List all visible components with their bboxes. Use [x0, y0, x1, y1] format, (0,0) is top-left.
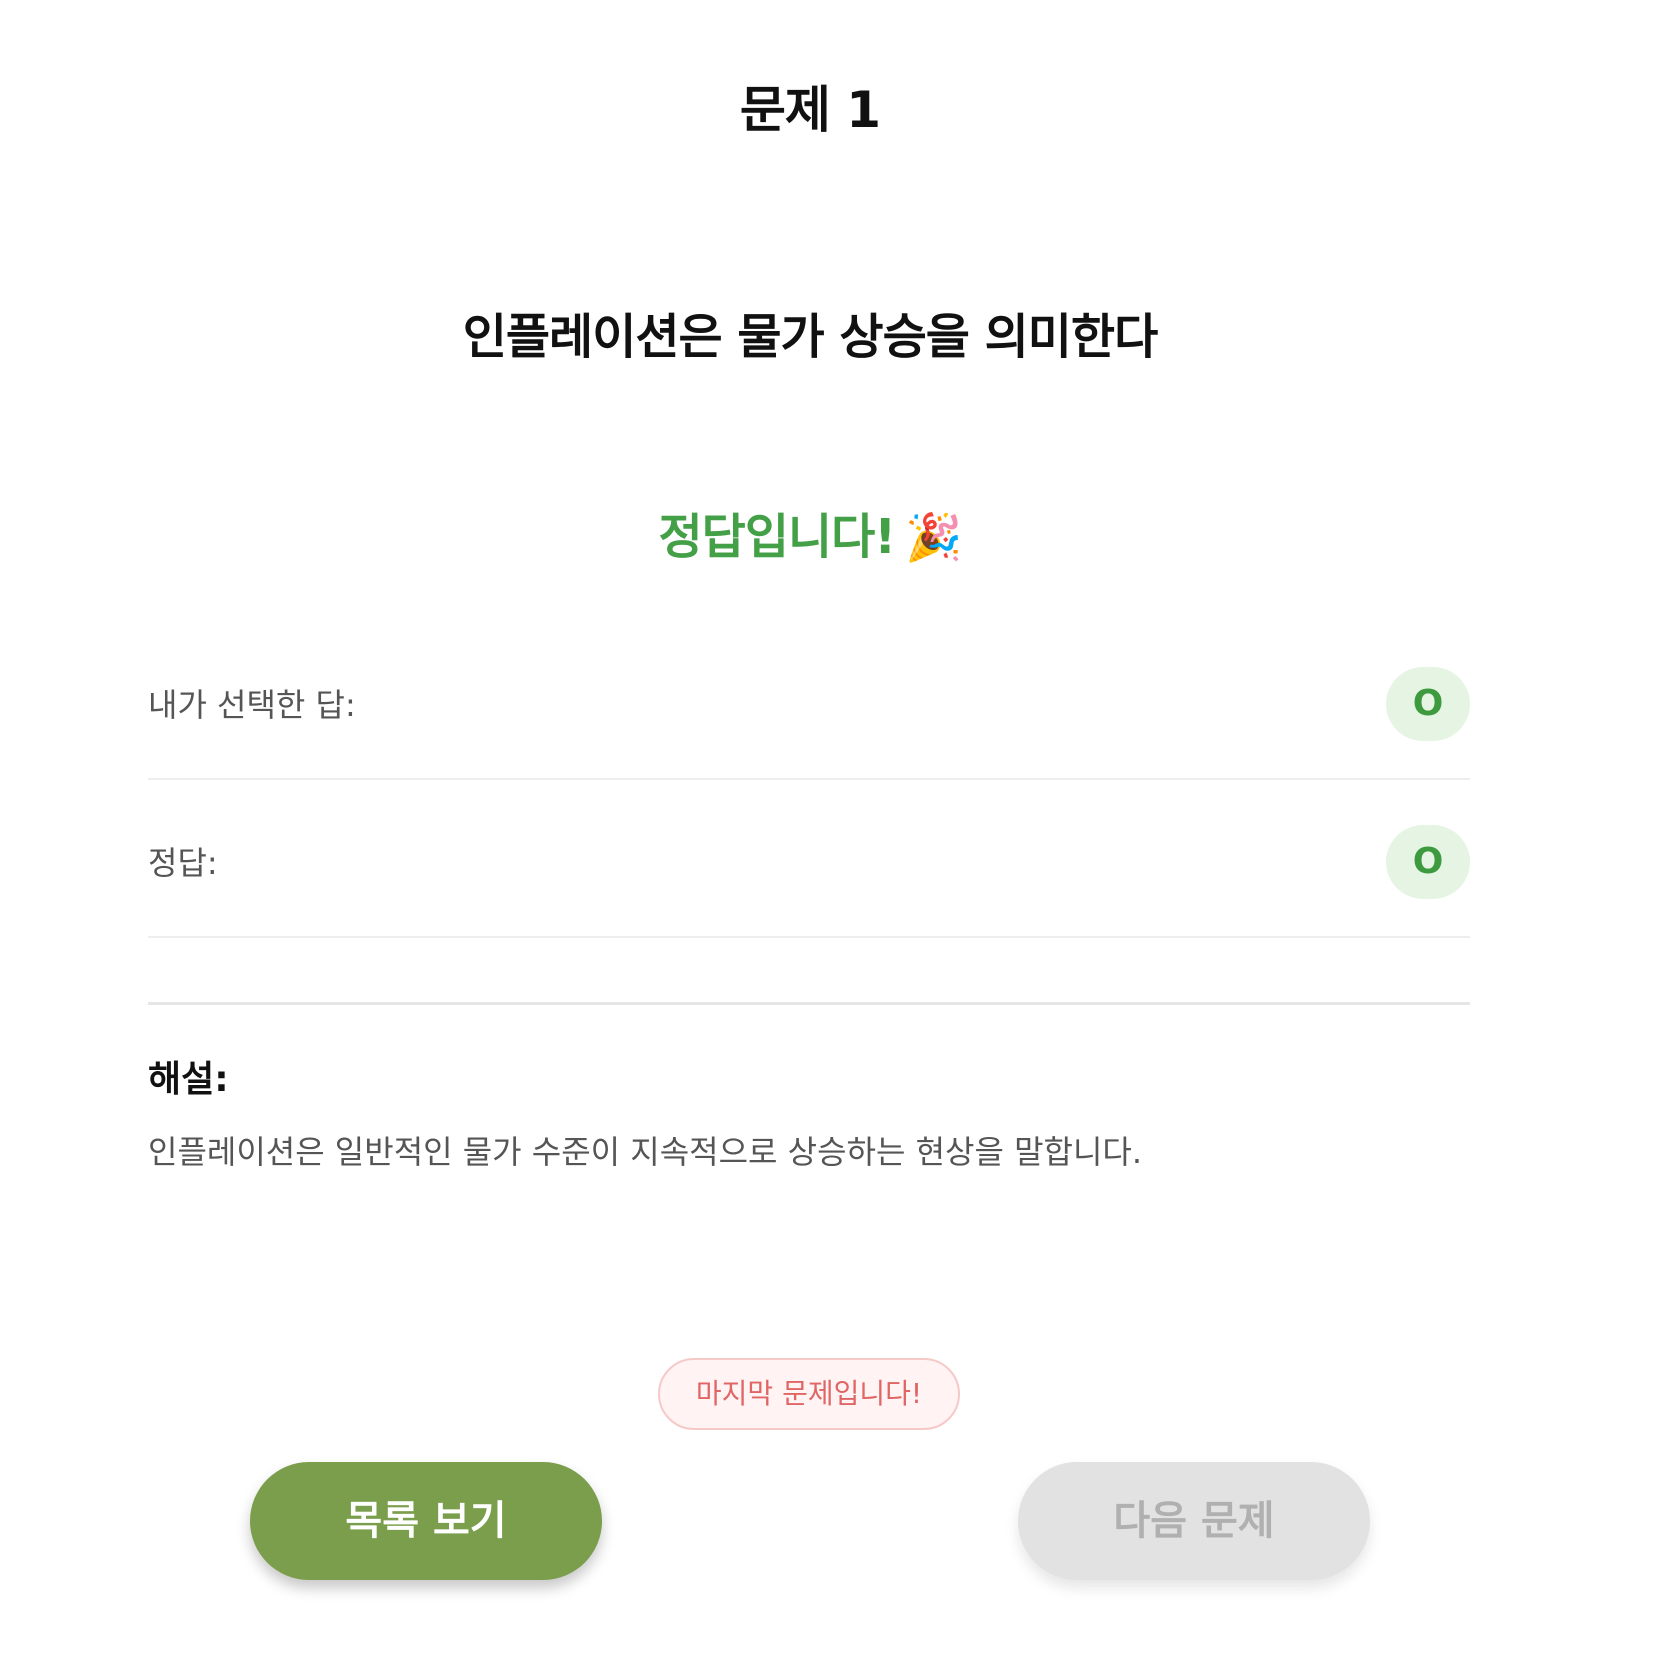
result-message-text: 정답입니다!	[658, 509, 897, 565]
explanation-title: 해설:	[148, 1059, 229, 1100]
view-list-button[interactable]: 목록 보기	[250, 1462, 602, 1580]
result-message: 정답입니다! 🎉	[0, 497, 1620, 567]
selected-answer-label: 내가 선택한 답:	[148, 686, 356, 724]
correct-answer-badge: O	[1386, 825, 1470, 899]
next-question-button: 다음 문제	[1018, 1462, 1370, 1580]
explanation-text: 인플레이션은 일반적인 물가 수준이 지속적으로 상승하는 현상을 말합니다.	[148, 1133, 1143, 1171]
section-divider	[148, 1002, 1470, 1005]
page-title: 문제 1	[739, 81, 881, 139]
selected-answer-row: 내가 선택한 답: O	[148, 622, 1470, 780]
correct-answer-label: 정답:	[148, 844, 218, 882]
party-popper-icon: 🎉	[905, 510, 962, 564]
question-text: 인플레이션은 물가 상승을 의미한다	[462, 309, 1159, 365]
correct-answer-row: 정답: O	[148, 780, 1470, 938]
selected-answer-badge: O	[1386, 667, 1470, 741]
last-question-badge: 마지막 문제입니다!	[658, 1358, 960, 1430]
